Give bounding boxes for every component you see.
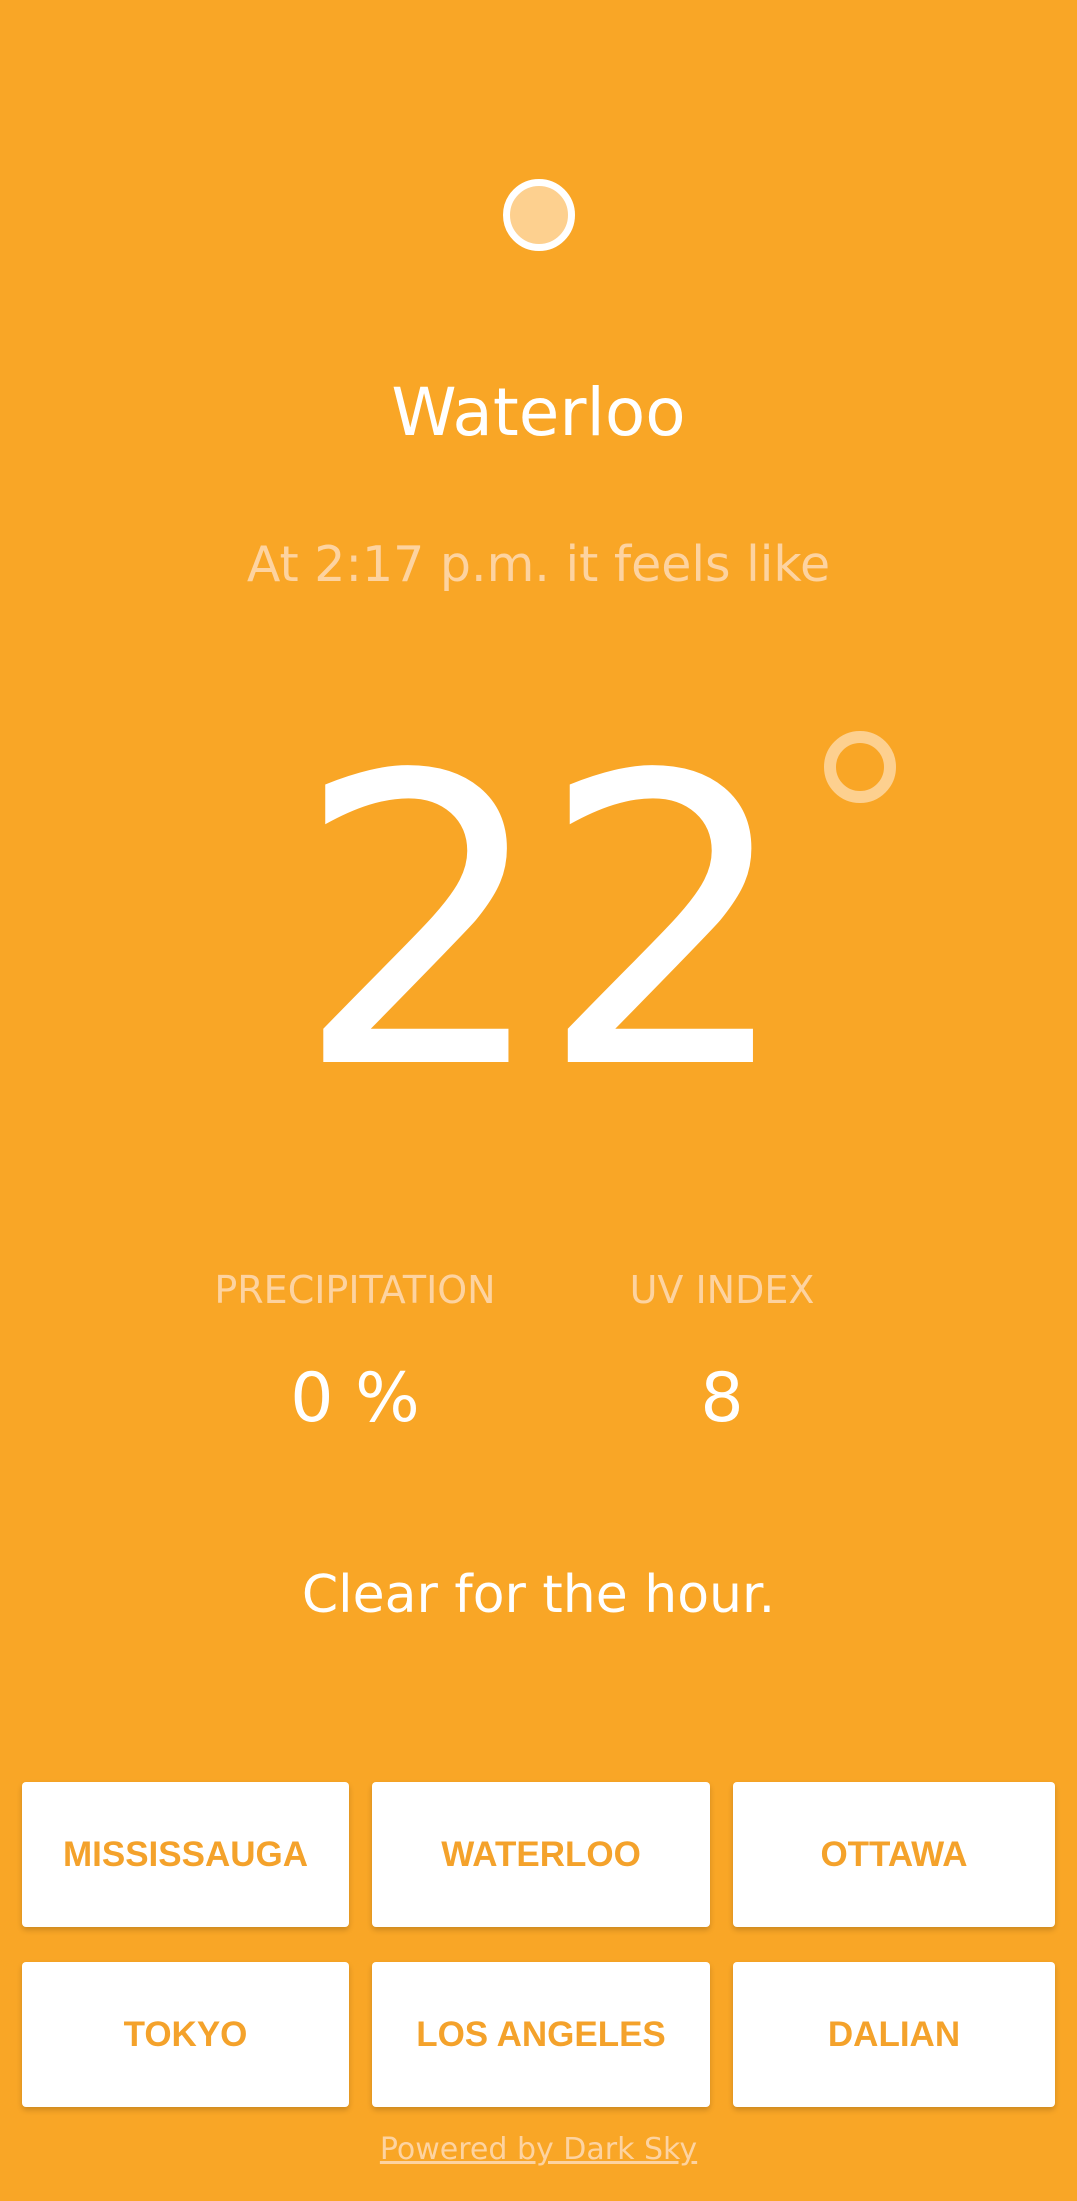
uv-index-value: 8: [700, 1359, 744, 1438]
weather-summary: Clear for the hour.: [301, 1565, 776, 1625]
city-name: Waterloo: [391, 374, 686, 451]
precipitation-value: 0 %: [290, 1359, 420, 1438]
uv-index-label: UV INDEX: [629, 1268, 815, 1312]
city-button-dalian[interactable]: DALIAN: [733, 1962, 1055, 2107]
city-button-los-angeles[interactable]: LOS ANGELES: [372, 1962, 710, 2107]
temperature-value: 22: [294, 692, 793, 1157]
city-button-waterloo[interactable]: WATERLOO: [372, 1782, 710, 1927]
weather-screen: Waterloo At 2:17 p.m. it feels like 22 P…: [0, 0, 1077, 2201]
temperature-block: 22: [0, 700, 1077, 1150]
precipitation-stat: PRECIPITATION 0 %: [155, 1262, 555, 1444]
uv-index-stat: UV INDEX 8: [522, 1262, 922, 1444]
sun-icon: [503, 179, 575, 251]
powered-by-link[interactable]: Powered by Dark Sky: [0, 2130, 1077, 2170]
city-button-ottawa[interactable]: OTTAWA: [733, 1782, 1055, 1927]
feels-like-caption: At 2:17 p.m. it feels like: [246, 536, 831, 593]
city-button-tokyo[interactable]: TOKYO: [22, 1962, 349, 2107]
precipitation-label: PRECIPITATION: [214, 1268, 496, 1312]
degree-icon: [824, 731, 896, 803]
city-button-mississauga[interactable]: MISSISSAUGA: [22, 1782, 349, 1927]
